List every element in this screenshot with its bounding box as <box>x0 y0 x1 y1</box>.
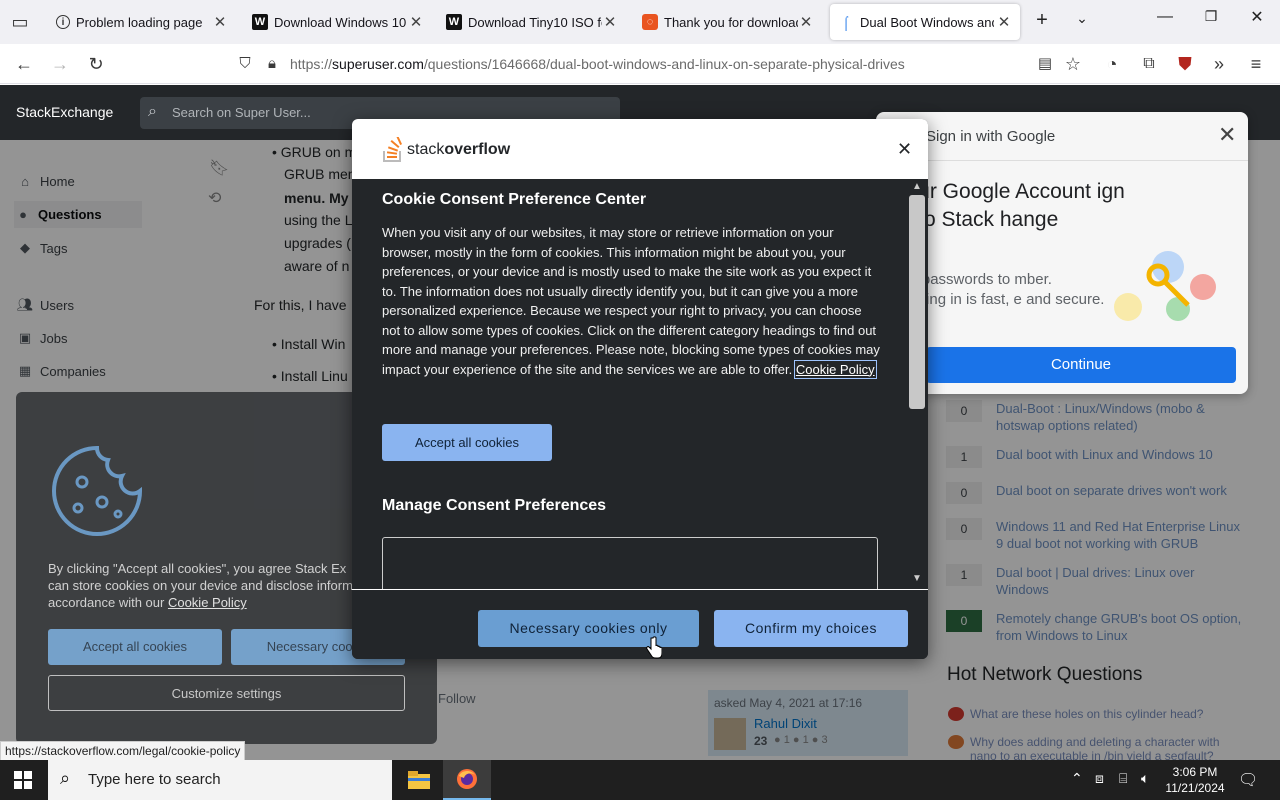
hand-cursor-icon <box>646 636 662 659</box>
scroll-up-icon[interactable]: ▲ <box>912 181 922 192</box>
chevron-down-icon[interactable]: ⌄ <box>1067 10 1097 27</box>
windows-start-icon[interactable] <box>14 771 32 789</box>
sync-icon[interactable]: ◔ <box>1100 52 1124 76</box>
scroll-down-icon[interactable]: ▼ <box>912 573 922 584</box>
extensions-icon[interactable]: ⧉ <box>1137 52 1161 76</box>
google-continue-button[interactable]: Continue <box>926 347 1236 383</box>
search-icon: ⌕ <box>60 768 71 788</box>
menu-icon[interactable]: ≡ <box>1244 52 1268 76</box>
google-popup-title: Sign in with Google <box>926 128 1056 145</box>
logo-text: stack <box>407 141 445 158</box>
ubuntu-icon: ◌ <box>642 14 658 30</box>
manage-preferences-heading: Manage Consent Preferences <box>382 497 607 514</box>
close-tab-icon[interactable]: ✕ <box>212 13 228 31</box>
url-path: /questions/1646668/dual-boot-windows-and… <box>423 56 905 72</box>
modal-title: Cookie Consent Preference Center <box>382 191 647 208</box>
tray-chevron-icon[interactable]: ⌃ <box>1071 770 1083 787</box>
clock-time: 3:06 PM <box>1172 765 1218 779</box>
url-bar[interactable]: https://superuser.com/questions/1646668/… <box>290 56 905 72</box>
forward-icon[interactable]: → <box>48 52 72 76</box>
url-prefix: https:// <box>290 56 333 72</box>
clock-date: 11/21/2024 <box>1165 781 1225 795</box>
tray-app-icon[interactable]: ⧈ <box>1095 770 1104 787</box>
preferences-accordion[interactable] <box>382 537 878 589</box>
tab-thank-you[interactable]: ◌ Thank you for downloadin ✕ <box>634 4 822 40</box>
clock[interactable]: 3:06 PM 11/21/2024 <box>1160 764 1230 796</box>
close-tab-icon[interactable]: ✕ <box>408 13 424 31</box>
tw-icon: W <box>252 14 268 30</box>
cookie-icon <box>52 445 143 536</box>
close-icon[interactable]: ✕ <box>1218 122 1236 148</box>
url-host: superuser.com <box>332 56 424 72</box>
modal-scrollbar[interactable]: ▲ ▼ <box>906 179 928 589</box>
confirm-choices-button[interactable]: Confirm my choices <box>714 610 908 647</box>
tab-title: Thank you for downloadin <box>664 14 798 30</box>
tab-title: Download Tiny10 ISO for l <box>468 14 602 30</box>
tab-problem-loading[interactable]: i Problem loading page ✕ <box>48 4 236 40</box>
stackoverflow-logo: stack overflow <box>382 136 510 164</box>
cookie-preference-modal: stack overflow ✕ Cookie Consent Preferenc… <box>352 119 928 659</box>
ublock-icon[interactable]: ⛊ <box>1173 52 1197 76</box>
close-tab-icon[interactable]: ✕ <box>798 13 814 31</box>
necessary-cookies-only-button[interactable]: Necessary cookies only <box>478 610 699 647</box>
nav-bar: ← → ↻ ⛉ 🔒︎ https://superuser.com/questio… <box>0 44 1280 106</box>
tab-bar: ▭ i Problem loading page ✕ W Download Wi… <box>0 0 1280 44</box>
modal-body: Cookie Consent Preference Center When yo… <box>352 179 912 589</box>
minimize-icon[interactable]: — <box>1150 8 1180 26</box>
overflow-chevron-icon[interactable]: » <box>1207 52 1231 76</box>
back-icon[interactable]: ← <box>12 52 36 76</box>
file-explorer-icon[interactable] <box>395 760 443 800</box>
restore-icon[interactable]: ❐ <box>1196 8 1226 25</box>
close-tab-icon[interactable]: ✕ <box>602 13 618 31</box>
close-tab-icon[interactable]: ✕ <box>996 13 1012 31</box>
logo-text-bold: overflow <box>444 141 511 158</box>
key-illustration-icon <box>1114 251 1216 321</box>
bookmark-star-icon[interactable]: ☆ <box>1061 52 1085 76</box>
status-url: https://stackoverflow.com/legal/cookie-p… <box>0 741 246 761</box>
network-icon[interactable]: ⌸ <box>1119 770 1127 787</box>
stackexchange-logo[interactable]: StackExchange <box>16 104 113 120</box>
logo-text: StackExchange <box>16 104 114 120</box>
superuser-icon: ⌠ <box>842 14 850 30</box>
divider <box>876 160 1248 161</box>
stackoverflow-logo-icon <box>383 137 403 162</box>
tab-title: Problem loading page <box>76 14 203 30</box>
reload-icon[interactable]: ↻ <box>84 52 108 76</box>
cookie-policy-link[interactable]: Cookie Policy <box>793 359 877 379</box>
tab-download-tiny10[interactable]: W Download Tiny10 ISO for l ✕ <box>438 4 626 40</box>
new-tab-icon[interactable]: + <box>1027 9 1057 32</box>
cookie-banner-text: By clicking "Accept all cookies", you ag… <box>48 561 353 610</box>
modal-footer: Necessary cookies only Confirm my choice… <box>352 589 928 659</box>
tab-dual-boot[interactable]: ⌠ Dual Boot Windows and L ✕ <box>830 4 1020 40</box>
google-popup-heading: your Google Account ign in to Stack hang… <box>896 180 1125 231</box>
tab-title: Dual Boot Windows and L <box>860 14 994 30</box>
close-modal-button[interactable]: ✕ <box>897 139 912 160</box>
close-window-icon[interactable]: ✕ <box>1242 7 1272 27</box>
scrollbar-thumb[interactable] <box>909 195 925 409</box>
google-signin-popup: Sign in with Google ✕ your Google Accoun… <box>876 112 1248 394</box>
firefox-icon[interactable] <box>443 760 491 800</box>
banner-accept-all-button[interactable]: Accept all cookies <box>48 629 222 665</box>
modal-header: stack overflow ✕ <box>352 119 928 179</box>
taskbar-search-placeholder: Type here to search <box>88 771 221 788</box>
taskbar: ⌕ Type here to search ⌃ ⧈ ⌸ 🔈︎ 3:06 PM 1… <box>0 760 1280 800</box>
shield-icon[interactable]: ⛉ <box>233 52 257 76</box>
accept-all-cookies-button[interactable]: Accept all cookies <box>382 424 552 461</box>
taskbar-search-input[interactable]: ⌕ Type here to search <box>48 760 392 800</box>
lock-icon[interactable]: 🔒︎ <box>260 52 284 76</box>
search-placeholder: Search on Super User... <box>172 105 311 120</box>
tab-download-windows[interactable]: W Download Windows 10 ISO ✕ <box>244 4 432 40</box>
cookie-policy-link[interactable]: Cookie Policy <box>168 595 247 610</box>
search-icon: ⌕ <box>148 103 157 120</box>
modal-description: When you visit any of our websites, it m… <box>382 225 880 379</box>
banner-customize-button[interactable]: Customize settings <box>48 675 405 711</box>
tw-icon: W <box>446 14 462 30</box>
tab-title: Download Windows 10 ISO <box>274 14 408 30</box>
volume-muted-icon[interactable]: 🔈︎ <box>1141 770 1149 787</box>
notifications-icon[interactable]: 🗨︎ <box>1238 770 1258 790</box>
tab-list-icon[interactable]: ▭ <box>8 10 32 34</box>
info-icon: i <box>56 15 70 29</box>
reader-view-icon[interactable]: ▤ <box>1033 52 1057 76</box>
